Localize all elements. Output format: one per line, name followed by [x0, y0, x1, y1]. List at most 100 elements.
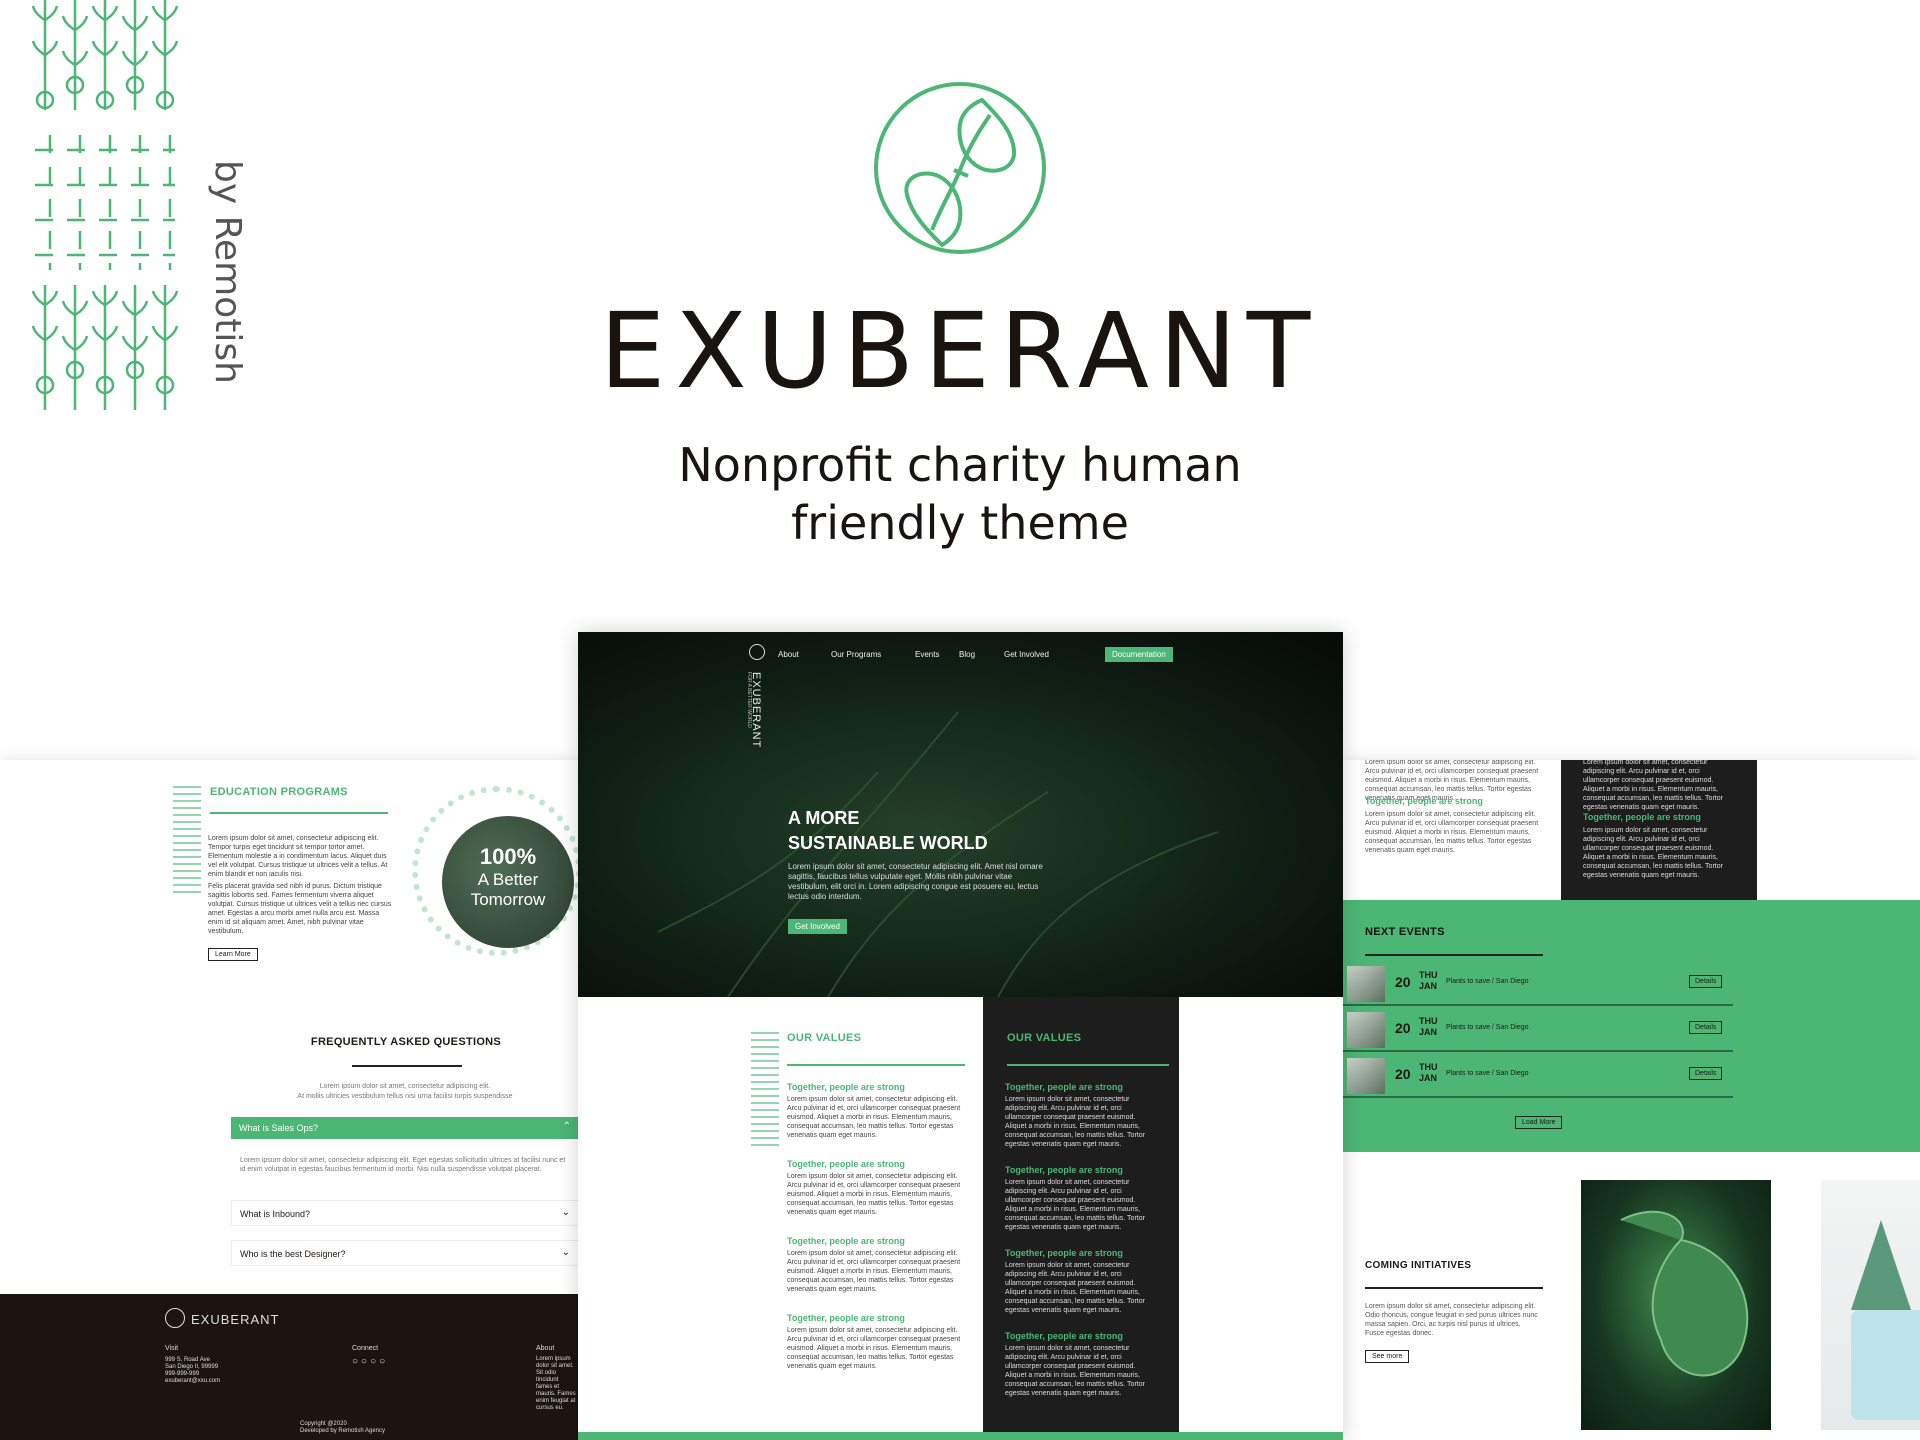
social-icons[interactable]: ○○○○	[352, 1356, 412, 1370]
values-heading: OUR VALUES	[787, 1032, 862, 1044]
initiatives-body: Lorem ipsum dolor sit amet, consectetur …	[1365, 1303, 1538, 1337]
education-pattern	[173, 786, 201, 896]
chevron-down-icon: ⌄	[561, 1207, 570, 1218]
learn-more-button[interactable]: Learn More	[208, 948, 258, 961]
event-day: 20	[1395, 974, 1411, 990]
event-weekday: THU	[1419, 1062, 1438, 1072]
nav-item-get-involved[interactable]: Get Involved	[1004, 650, 1049, 659]
initiatives-underline	[1365, 1287, 1543, 1289]
event-weekday: THU	[1419, 1016, 1438, 1026]
right-top-body: Lorem ipsum dolor sit amet, consectetur …	[1365, 811, 1539, 854]
right-dark-card: Lorem ipsum dolor sit amet, consectetur …	[1561, 760, 1757, 900]
right-dark-body: Lorem ipsum dolor sit amet, consectetur …	[1583, 827, 1723, 879]
hero-title-line-1: A MORE	[788, 808, 860, 828]
value-title: Together, people are strong	[787, 1082, 905, 1092]
chevron-up-icon: ⌃	[562, 1121, 571, 1132]
event-day: 20	[1395, 1066, 1411, 1082]
faq-question-3[interactable]: Who is the best Designer? ⌄	[231, 1240, 578, 1266]
documentation-button[interactable]: Documentation	[1105, 647, 1173, 662]
education-underline	[210, 812, 388, 814]
event-weekday: THU	[1419, 970, 1438, 980]
faq-question-2[interactable]: What is Inbound? ⌄	[231, 1200, 578, 1226]
value-body: Lorem ipsum dolor sit amet, consectetur …	[787, 1327, 961, 1370]
get-involved-button[interactable]: Get Involved	[788, 919, 847, 934]
nav-item-about[interactable]: About	[778, 650, 799, 659]
event-thumbnail	[1347, 1058, 1385, 1094]
hero-title-line-2: SUSTAINABLE WORLD	[788, 833, 988, 853]
center-preview: EXUBERANT FOR A BETTER WORLD About Our Pr…	[578, 632, 1343, 1440]
footer-developer: Developed by Remotish Agency	[300, 1428, 386, 1434]
value-body: Lorem ipsum dolor sit amet, consectetur …	[1005, 1345, 1145, 1397]
events-heading: NEXT EVENTS	[1365, 926, 1445, 938]
event-details-button[interactable]: Details	[1689, 1021, 1723, 1034]
plant-leaves	[1851, 1220, 1911, 1310]
value-title: Together, people are strong	[787, 1159, 905, 1169]
right-dark-title: Together, people are strong	[1583, 812, 1701, 822]
right-dark-text-a: Lorem ipsum dolor sit amet, consectetur …	[1583, 760, 1723, 811]
see-more-button[interactable]: See more	[1365, 1350, 1410, 1363]
value-body: Lorem ipsum dolor sit amet, consectetur …	[1005, 1262, 1145, 1314]
value-body: Lorem ipsum dolor sit amet, consectetur …	[787, 1173, 961, 1216]
values-dark-panel: OUR VALUES Together, people are strong Lo…	[983, 997, 1179, 1440]
main-nav: About Our Programs Events Blog Get Involved	[778, 650, 1158, 664]
plant-pot-image	[1821, 1180, 1920, 1430]
brand-logo-icon	[872, 80, 1048, 256]
education-heading: EDUCATION PROGRAMS	[210, 786, 348, 798]
event-thumbnail	[1347, 1012, 1385, 1048]
value-title: Together, people are strong	[1005, 1082, 1123, 1092]
event-month: JAN	[1419, 981, 1438, 991]
education-p2: Felis placerat gravida sed nibh id purus…	[208, 883, 392, 935]
event-title: Plants to save / San Diego	[1446, 978, 1529, 985]
right-top-title: Together, people are strong	[1365, 796, 1483, 806]
site-logo-icon[interactable]	[749, 644, 765, 660]
nav-item-events[interactable]: Events	[915, 650, 939, 659]
value-title: Together, people are strong	[1005, 1165, 1123, 1175]
values-dark-underline	[1007, 1064, 1169, 1066]
fern-texture	[657, 711, 1219, 997]
event-details-button[interactable]: Details	[1689, 1067, 1723, 1080]
event-details-button[interactable]: Details	[1689, 975, 1723, 988]
chevron-down-icon: ⌄	[561, 1247, 570, 1258]
event-thumbnail	[1347, 966, 1385, 1002]
right-preview: Lorem ipsum dolor sit amet, consectetur …	[1343, 760, 1920, 1440]
event-row: 20 THU JAN Plants to save / San Diego Detail…	[1343, 1010, 1733, 1052]
subtitle-line-1: Nonprofit charity human	[678, 438, 1242, 492]
faq-answer-1: Lorem ipsum dolor sit amet, consectetur …	[240, 1157, 566, 1173]
education-p1: Lorem ipsum dolor sit amet, consectetur …	[208, 835, 388, 878]
value-title: Together, people are strong	[1005, 1331, 1123, 1341]
events-underline	[1365, 954, 1543, 956]
left-preview: EDUCATION PROGRAMS Lorem ipsum dolor sit…	[0, 760, 578, 1440]
faq-question-2-label: What is Inbound?	[240, 1209, 311, 1219]
event-row: 20 THU JAN Plants to save / San Diego Detail…	[1343, 964, 1733, 1006]
faq-question-1[interactable]: What is Sales Ops? ⌃	[231, 1117, 578, 1139]
nav-item-our-programs[interactable]: Our Programs	[831, 650, 881, 659]
plant-pot	[1851, 1310, 1920, 1420]
footer: EXUBERANT Visit 999 S. Road Ave San Dieg…	[0, 1294, 578, 1440]
footer-about-text: Lorem ipsum dolor sit amet. Sit odio tin…	[536, 1356, 576, 1411]
value-title: Together, people are strong	[1005, 1248, 1123, 1258]
faq-intro-2: At mollis ultricies vestibulum tellus ni…	[297, 1093, 513, 1100]
stat-line-2: Tomorrow	[470, 890, 546, 909]
value-body: Lorem ipsum dolor sit amet, consectetur …	[1005, 1179, 1145, 1231]
footer-brand: EXUBERANT	[191, 1312, 280, 1327]
value-title: Together, people are strong	[787, 1313, 905, 1323]
site-logo-tagline: FOR A BETTER WORLD	[746, 672, 752, 728]
event-title: Plants to save / San Diego	[1446, 1070, 1529, 1077]
faq-underline	[352, 1065, 462, 1067]
initiatives-heading: COMING INITIATIVES	[1365, 1260, 1472, 1271]
footer-visit: Visit	[165, 1345, 179, 1352]
values-dark-list: Together, people are strong Lorem ipsum d…	[1005, 1082, 1155, 1432]
load-more-button[interactable]: Load More	[1515, 1116, 1563, 1129]
bottom-green-strip	[578, 1432, 1343, 1440]
faq-heading: FREQUENTLY ASKED QUESTIONS	[310, 1036, 502, 1048]
footer-connect: Connect	[352, 1345, 379, 1352]
brand-title: EXUBERANT	[599, 290, 1321, 412]
values-underline	[787, 1064, 965, 1066]
event-month: JAN	[1419, 1073, 1438, 1083]
footer-email: exuberant@xxu.com	[165, 1378, 221, 1384]
nav-item-blog[interactable]: Blog	[959, 650, 975, 659]
faq-question-1-label: What is Sales Ops?	[239, 1123, 319, 1133]
events-list: 20 THU JAN Plants to save / San Diego Detail…	[1343, 964, 1733, 1124]
faq-intro-1: Lorem ipsum dolor sit amet, consectetur …	[319, 1083, 491, 1090]
leaf-image	[1581, 1180, 1771, 1430]
